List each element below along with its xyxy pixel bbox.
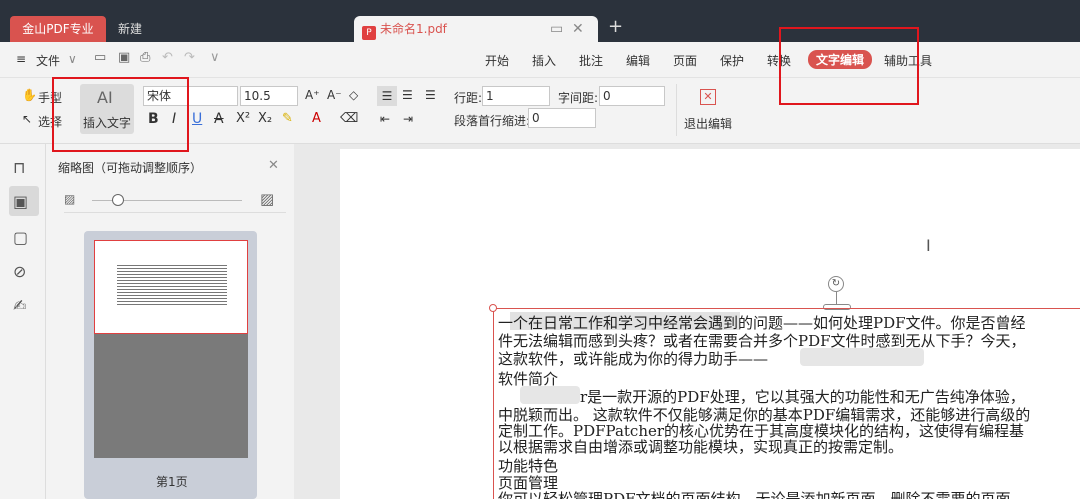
save-icon[interactable]: ▣ <box>118 50 130 65</box>
file-menu[interactable]: 文件 <box>36 52 60 69</box>
corner-handle[interactable] <box>489 304 497 312</box>
zoom-slider-handle[interactable] <box>112 194 124 206</box>
print-icon[interactable]: ⎙ <box>140 50 150 65</box>
thumbnail-title: 缩略图（可拖动调整顺序） <box>58 161 203 175</box>
menu-annotate[interactable]: 批注 <box>579 52 603 69</box>
page-number-label: 第1页 <box>156 475 188 489</box>
tab-brand[interactable]: 金山PDF专业版 <box>10 16 106 62</box>
thumbnail-icon[interactable]: ▣ <box>13 192 28 211</box>
clear-format-icon[interactable]: ◇ <box>349 88 358 102</box>
page-thumbnail-top <box>94 240 248 334</box>
small-image-icon: ▨ <box>64 192 76 206</box>
document-tab-title: 未命名1.pdf <box>380 22 447 36</box>
page-thumbnail-bottom <box>94 334 248 458</box>
strikethrough-icon[interactable]: A <box>214 111 224 127</box>
line-spacing-input[interactable]: 1 <box>482 86 550 106</box>
menu-insert[interactable]: 插入 <box>532 52 556 69</box>
menu-start[interactable]: 开始 <box>485 52 509 69</box>
first-indent-label: 段落首行缩进: <box>454 114 531 128</box>
attachment-icon[interactable]: ⊘ <box>13 262 26 281</box>
first-indent-input[interactable]: 0 <box>528 108 596 128</box>
align-left-icon[interactable]: ☰ <box>377 86 397 106</box>
menu-page[interactable]: 页面 <box>673 52 697 69</box>
char-spacing-label: 字间距: <box>558 91 599 105</box>
indent-increase-icon[interactable]: ⇥ <box>403 112 413 126</box>
hand-tool-icon[interactable]: ✋ <box>22 88 37 102</box>
exit-edit-button[interactable]: 退出编辑 <box>684 115 732 132</box>
undo-icon[interactable]: ↶ <box>162 50 173 65</box>
toolbar-divider <box>676 84 677 136</box>
align-center-icon[interactable]: ☰ <box>402 88 413 102</box>
menu-edit[interactable]: 编辑 <box>626 52 650 69</box>
redo-icon[interactable]: ↷ <box>184 50 195 65</box>
customize-chevron-icon[interactable]: ∨ <box>210 50 220 65</box>
eraser-icon[interactable]: ⌫ <box>340 111 358 126</box>
text-cursor-icon: I <box>926 236 931 255</box>
highlight-box-text-edit <box>779 27 919 105</box>
font-color-icon[interactable]: A <box>312 111 321 126</box>
close-panel-icon[interactable]: ✕ <box>268 158 279 173</box>
underline-icon[interactable]: U <box>192 111 202 127</box>
line-spacing-label: 行距: <box>454 91 483 105</box>
close-tab-icon[interactable]: ✕ <box>572 16 584 42</box>
bookmark-icon[interactable]: ⊓ <box>13 158 25 177</box>
open-icon[interactable]: ▭ <box>94 50 106 65</box>
menu-hamburger-icon[interactable]: ≡ <box>16 52 26 66</box>
font-shrink-icon[interactable]: A⁻ <box>327 88 342 102</box>
font-grow-icon[interactable]: A⁺ <box>305 88 320 102</box>
window-icon[interactable]: ▭ <box>550 16 563 42</box>
tab-document[interactable]: P 未命名1.pdf ▭ ✕ <box>354 16 598 42</box>
align-right-icon[interactable]: ☰ <box>425 88 436 102</box>
chevron-down-icon[interactable]: ∨ <box>68 52 77 66</box>
panel-divider <box>64 212 286 213</box>
highlight-box-insert-text <box>52 77 189 152</box>
select-arrow-icon[interactable]: ↖ <box>22 112 32 126</box>
doc-line-3[interactable]: 这款软件，或许能成为你的得力助手—— <box>498 348 768 369</box>
doc-line-11[interactable]: 你可以轻松管理PDF文档的页面结构，无论是添加新页面、删除不需要的页面， <box>498 488 1026 499</box>
doc-line-8[interactable]: 以根据需求自由增添或调整功能模块，实现真正的按需定制。 <box>498 436 903 457</box>
subscript-icon[interactable]: X₂ <box>258 111 272 126</box>
indent-decrease-icon[interactable]: ⇤ <box>380 112 390 126</box>
signature-icon[interactable]: ✍ <box>13 296 26 315</box>
new-tab-plus-icon[interactable]: + <box>600 14 631 40</box>
highlight-icon[interactable]: ✎ <box>282 111 293 126</box>
exit-edit-icon[interactable]: ✕ <box>700 89 716 105</box>
comment-icon[interactable]: ▢ <box>13 228 28 247</box>
redacted-blur <box>800 348 924 366</box>
large-image-icon: ▨ <box>260 190 275 208</box>
char-spacing-input[interactable]: 0 <box>599 86 665 106</box>
tab-new[interactable]: 新建 <box>110 16 170 42</box>
pdf-file-icon: P <box>362 26 376 40</box>
thumbnail-text-lines <box>117 265 227 307</box>
redacted-blur <box>520 386 580 404</box>
superscript-icon[interactable]: X² <box>236 111 250 126</box>
font-size-select[interactable]: 10.5 <box>240 86 298 106</box>
menu-protect[interactable]: 保护 <box>720 52 744 69</box>
rotate-handle-icon[interactable]: ↻ <box>828 276 844 292</box>
